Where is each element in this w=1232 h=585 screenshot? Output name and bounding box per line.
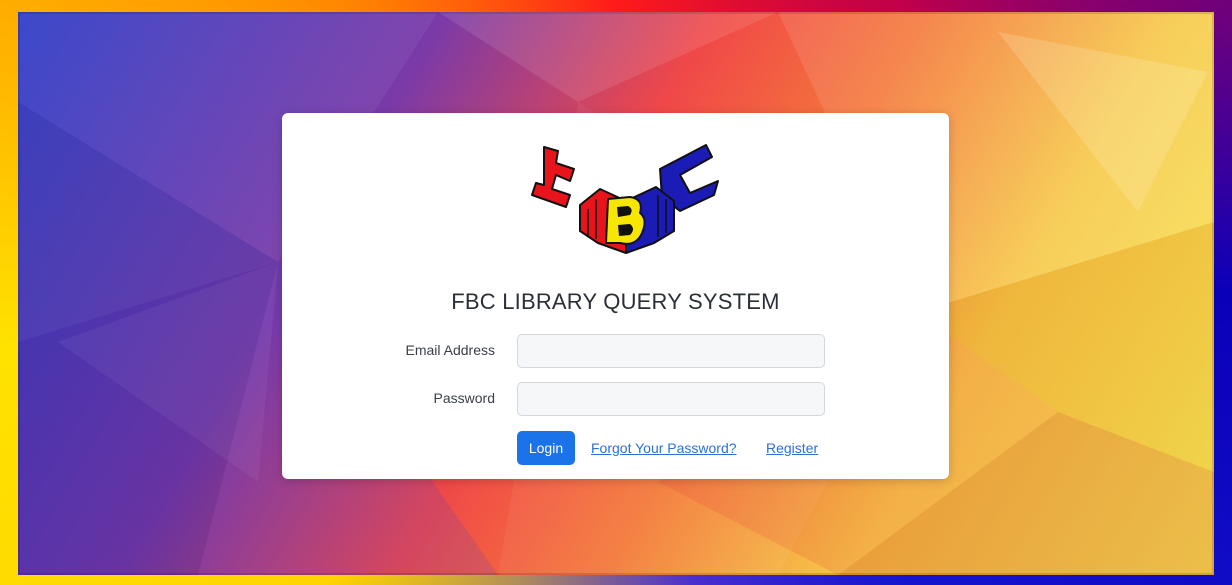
login-card: FBC LIBRARY QUERY SYSTEM Email Address P…: [282, 113, 949, 479]
email-label: Email Address: [405, 342, 495, 358]
email-row: Email Address: [282, 334, 949, 368]
password-row: Password: [282, 382, 949, 416]
forgot-password-link[interactable]: Forgot Your Password?: [591, 440, 737, 456]
register-link[interactable]: Register: [766, 440, 818, 456]
page-title: FBC LIBRARY QUERY SYSTEM: [451, 289, 780, 314]
email-field[interactable]: [517, 334, 825, 368]
fbc-logo-graphic: [531, 144, 719, 254]
password-field[interactable]: [517, 382, 825, 416]
fbc-logo: [530, 139, 720, 259]
form-actions: Login Forgot Your Password? Register: [517, 431, 937, 465]
login-button[interactable]: Login: [517, 431, 575, 465]
password-label: Password: [433, 390, 495, 406]
